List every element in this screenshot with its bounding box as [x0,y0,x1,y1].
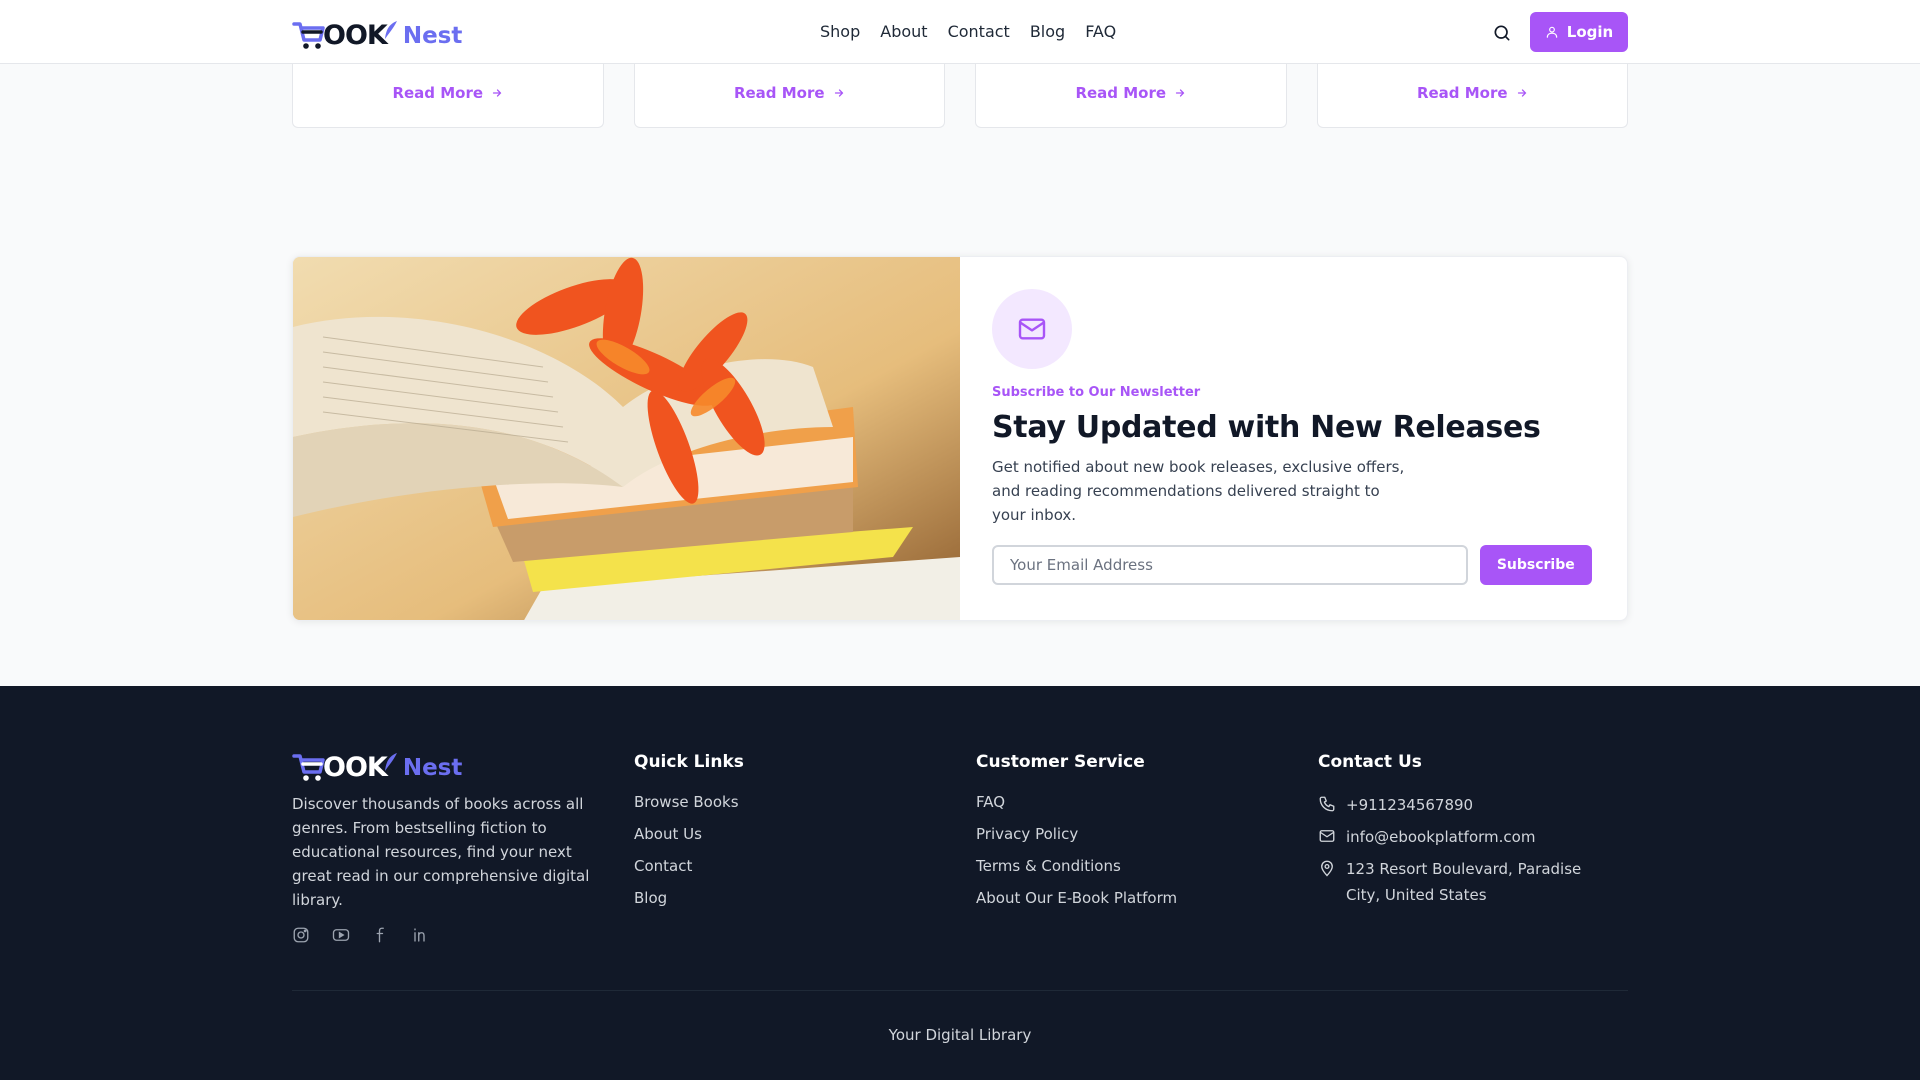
quill-icon [384,21,397,39]
email-input[interactable] [992,545,1468,585]
books-flower-image [293,257,960,620]
newsletter-form: Subscribe [992,545,1592,585]
mail-icon [1018,318,1046,340]
facebook-link[interactable] [372,926,390,944]
newsletter-content: Subscribe to Our Newsletter Stay Updated… [992,289,1592,585]
search-icon [1494,25,1510,41]
social-links [292,926,430,944]
customer-service-column: Customer Service FAQ Privacy Policy Term… [976,752,1177,920]
contact-phone: +911234567890 [1318,792,1618,818]
footer-divider [292,990,1628,991]
arrow-right-icon [492,89,502,97]
user-icon [1546,26,1558,38]
nav-blog[interactable]: Blog [1030,20,1065,44]
footer-link-blog[interactable]: Blog [634,888,744,908]
read-more-label: Read More [1075,84,1167,102]
site-footer: OOK Nest Discover thousands of books acr… [0,686,1920,1080]
phone-icon [1319,796,1335,812]
mail-badge [992,289,1072,369]
cart-icon [292,754,325,781]
login-button[interactable]: Login [1530,12,1628,52]
read-more-link[interactable]: Read More [635,84,945,102]
newsletter-section: Subscribe to Our Newsletter Stay Updated… [292,256,1628,621]
logo-accent-text: Nest [402,755,463,781]
login-label: Login [1566,23,1614,41]
instagram-icon [293,927,309,943]
nav-contact[interactable]: Contact [948,20,1010,44]
logo-text: OOK [323,20,388,51]
contact-address: 123 Resort Boulevard, Paradise City, Uni… [1318,856,1618,908]
contact-column: Contact Us +911234567890 info@ebookplatf… [1318,752,1618,914]
newsletter-description: Get notified about new book releases, ex… [992,458,1405,524]
youtube-icon [332,929,350,941]
facebook-icon [376,927,384,943]
customer-service-title: Customer Service [976,752,1145,772]
instagram-link[interactable] [292,926,310,944]
contact-address-text: 123 Resort Boulevard, Paradise City, Uni… [1346,860,1582,904]
contact-email-text[interactable]: info@ebookplatform.com [1346,824,1535,850]
arrow-right-icon [1517,89,1526,97]
footer-link-about-platform[interactable]: About Our E-Book Platform [976,888,1177,908]
read-more-label: Read More [392,84,484,102]
nav-shop[interactable]: Shop [820,20,860,44]
mail-icon [1319,830,1335,842]
footer-link-privacy[interactable]: Privacy Policy [976,824,1177,844]
search-button[interactable] [1490,21,1514,45]
contact-email: info@ebookplatform.com [1318,824,1618,850]
youtube-link[interactable] [332,926,350,944]
location-pin-icon [1321,860,1333,877]
footer-link-faq[interactable]: FAQ [976,792,1177,812]
quick-links-column: Quick Links Browse Books About Us Contac… [634,752,744,920]
footer-link-terms[interactable]: Terms & Conditions [976,856,1177,876]
newsletter-eyebrow: Subscribe to Our Newsletter [992,385,1201,400]
footer-link-browse-books[interactable]: Browse Books [634,792,744,812]
linkedin-link[interactable] [412,926,430,944]
nav-about[interactable]: About [880,20,927,44]
footer-tagline: Your Digital Library [888,1026,1032,1044]
read-more-link[interactable]: Read More [1318,84,1628,102]
read-more-label: Read More [1416,84,1508,102]
footer-link-about-us[interactable]: About Us [634,824,744,844]
read-more-label: Read More [733,84,825,102]
footer-link-contact[interactable]: Contact [634,856,744,876]
logo-accent-text: Nest [402,23,463,49]
contact-title: Contact Us [1318,752,1422,772]
main-nav: Shop About Contact Blog FAQ [820,20,1116,44]
nav-faq[interactable]: FAQ [1085,20,1116,44]
footer-logo[interactable]: OOK Nest [292,748,462,782]
footer-about: Discover thousands of books across all g… [292,795,590,909]
logo-text: OOK [323,752,388,783]
arrow-right-icon [834,89,843,97]
site-logo[interactable]: OOK Nest [292,16,462,50]
contact-phone-text[interactable]: +911234567890 [1346,792,1473,818]
linkedin-icon [414,928,425,942]
site-header: OOK Nest Shop About Contact Blog FAQ Log… [0,0,1920,64]
quick-links-title: Quick Links [634,752,744,772]
read-more-link[interactable]: Read More [976,84,1286,102]
arrow-right-icon [1175,89,1185,97]
cart-icon [292,22,325,49]
newsletter-title: Stay Updated with New Releases [992,410,1541,445]
read-more-link[interactable]: Read More [293,84,603,102]
subscribe-button[interactable]: Subscribe [1479,545,1592,585]
quill-icon [384,753,397,771]
